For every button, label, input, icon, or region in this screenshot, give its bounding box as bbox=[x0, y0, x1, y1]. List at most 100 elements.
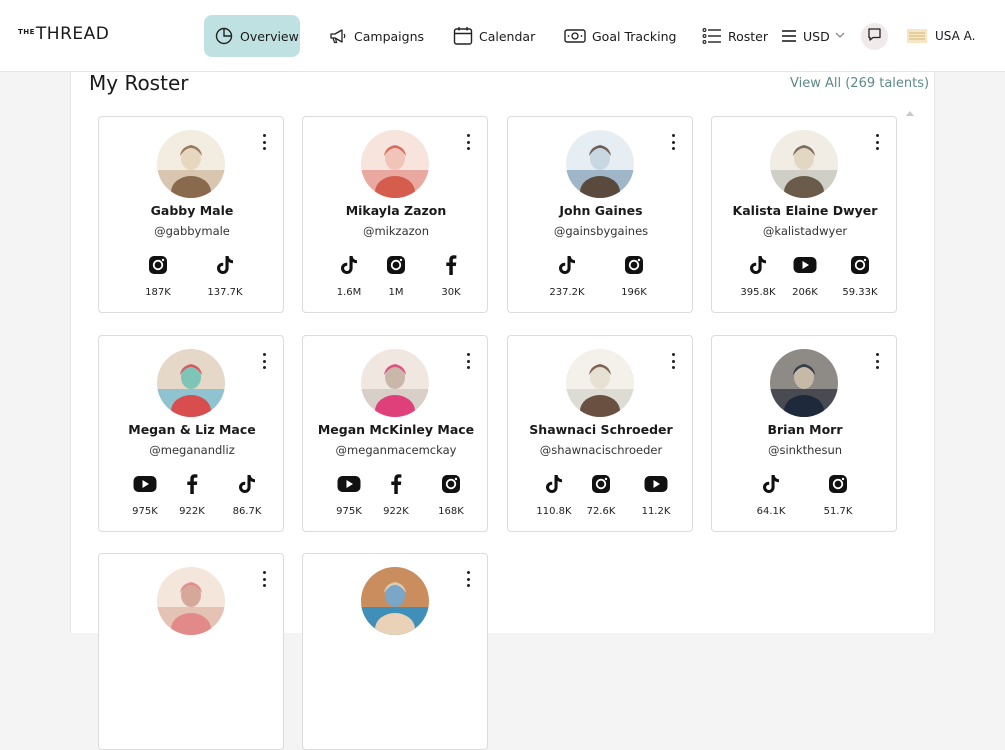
youtube-icon bbox=[785, 254, 825, 276]
more-options-icon[interactable] bbox=[874, 134, 880, 150]
social-stat-tiktok[interactable]: 137.7K bbox=[205, 254, 245, 302]
facebook-icon bbox=[431, 254, 471, 276]
chat-icon bbox=[867, 27, 882, 46]
more-options-icon[interactable] bbox=[670, 134, 676, 150]
pie-chart-icon bbox=[214, 26, 234, 46]
avatar[interactable] bbox=[770, 349, 838, 417]
social-stat-instagram[interactable]: 1M bbox=[376, 254, 416, 302]
more-options-icon[interactable] bbox=[874, 353, 880, 369]
avatar[interactable] bbox=[361, 349, 429, 417]
flag-icon bbox=[907, 29, 927, 43]
instagram-icon bbox=[614, 254, 654, 276]
talent-name[interactable]: Shawnaci Schroeder bbox=[508, 422, 694, 437]
more-options-icon[interactable] bbox=[261, 134, 267, 150]
nav-calendar[interactable]: Calendar bbox=[453, 15, 535, 57]
follower-count: 187K bbox=[145, 287, 171, 298]
social-stat-instagram[interactable]: 187K bbox=[138, 254, 178, 302]
talent-name[interactable]: Brian Morr bbox=[712, 422, 898, 437]
social-stat-tiktok[interactable]: 395.8K bbox=[738, 254, 778, 302]
avatar[interactable] bbox=[566, 349, 634, 417]
social-stat-youtube[interactable]: 206K bbox=[785, 254, 825, 302]
more-options-icon[interactable] bbox=[465, 353, 471, 369]
more-options-icon[interactable] bbox=[465, 571, 471, 587]
chat-button[interactable] bbox=[861, 23, 888, 50]
social-stat-youtube[interactable]: 975K bbox=[125, 473, 165, 521]
talent-card[interactable] bbox=[302, 553, 488, 750]
nav-goal-tracking[interactable]: Goal Tracking bbox=[564, 15, 676, 57]
follower-count: 64.1K bbox=[756, 506, 786, 517]
avatar[interactable] bbox=[361, 567, 429, 635]
social-stat-instagram[interactable]: 59.33K bbox=[840, 254, 880, 302]
avatar[interactable] bbox=[770, 130, 838, 198]
talent-card[interactable]: Megan & Liz Mace @meganandliz 975K 922K 86.7… bbox=[98, 335, 284, 532]
social-stat-tiktok[interactable]: 1.6M bbox=[329, 254, 369, 302]
nav-roster[interactable]: Roster bbox=[702, 15, 768, 57]
logo-name: THREAD bbox=[35, 24, 110, 44]
currency-selector[interactable]: USD bbox=[781, 15, 845, 57]
talent-name[interactable]: Mikayla Zazon bbox=[303, 203, 489, 218]
talent-card[interactable]: Brian Morr @sinkthesun 64.1K 51.7K bbox=[711, 335, 897, 532]
nav-overview[interactable]: Overview bbox=[204, 15, 300, 57]
social-stat-youtube[interactable]: 975K bbox=[329, 473, 369, 521]
social-stat-instagram[interactable]: 72.6K bbox=[581, 473, 621, 521]
talent-name[interactable]: Kalista Elaine Dwyer bbox=[712, 203, 898, 218]
talent-name[interactable]: Gabby Male bbox=[99, 203, 285, 218]
more-options-icon[interactable] bbox=[670, 353, 676, 369]
more-options-icon[interactable] bbox=[465, 134, 471, 150]
follower-count: 168K bbox=[438, 506, 464, 517]
brand-logo[interactable]: THE THREAD bbox=[18, 24, 109, 48]
talent-handle: @gainsbygaines bbox=[553, 224, 649, 238]
follower-count: 137.7K bbox=[207, 287, 243, 298]
social-stat-tiktok[interactable]: 110.8K bbox=[534, 473, 574, 521]
avatar[interactable] bbox=[157, 567, 225, 635]
talent-card[interactable]: Megan McKinley Mace @meganmacemckay 975K 92… bbox=[302, 335, 488, 532]
nav-goal-tracking-label: Goal Tracking bbox=[592, 28, 677, 44]
follower-count: 922K bbox=[383, 506, 409, 517]
follower-count: 237.2K bbox=[549, 287, 585, 298]
talent-card[interactable]: Gabby Male @gabbymale 187K 137.7K bbox=[98, 116, 284, 313]
avatar[interactable] bbox=[566, 130, 634, 198]
tiktok-icon bbox=[751, 473, 791, 495]
follower-count: 30K bbox=[441, 287, 461, 298]
social-stat-instagram[interactable]: 168K bbox=[431, 473, 471, 521]
talent-card[interactable]: Kalista Elaine Dwyer @kalistadwyer 395.8K 2… bbox=[711, 116, 897, 313]
user-menu[interactable]: USA A. bbox=[907, 25, 975, 47]
talent-name[interactable]: Megan McKinley Mace bbox=[303, 422, 489, 437]
social-stat-tiktok[interactable]: 86.7K bbox=[227, 473, 267, 521]
social-stat-facebook[interactable]: 922K bbox=[376, 473, 416, 521]
more-options-icon[interactable] bbox=[261, 353, 267, 369]
top-navigation-bar: THE THREAD Overview Campaigns Calendar G… bbox=[0, 0, 1005, 72]
nav-overview-label: Overview bbox=[240, 28, 299, 44]
talent-name[interactable]: Megan & Liz Mace bbox=[99, 422, 285, 437]
money-bill-icon bbox=[564, 28, 586, 44]
social-stat-instagram[interactable]: 51.7K bbox=[818, 473, 858, 521]
avatar[interactable] bbox=[157, 349, 225, 417]
social-stat-youtube[interactable]: 11.2K bbox=[636, 473, 676, 521]
tiktok-icon bbox=[227, 473, 267, 495]
tiktok-icon bbox=[534, 473, 574, 495]
view-all-link[interactable]: View All (269 talents) bbox=[790, 76, 929, 91]
social-stat-tiktok[interactable]: 64.1K bbox=[751, 473, 791, 521]
avatar[interactable] bbox=[361, 130, 429, 198]
talent-name[interactable]: John Gaines bbox=[508, 203, 694, 218]
social-stat-tiktok[interactable]: 237.2K bbox=[547, 254, 587, 302]
instagram-icon bbox=[581, 473, 621, 495]
instagram-icon bbox=[138, 254, 178, 276]
talent-card[interactable]: John Gaines @gainsbygaines 237.2K 196K bbox=[507, 116, 693, 313]
avatar[interactable] bbox=[157, 130, 225, 198]
scroll-up-arrow[interactable] bbox=[906, 111, 914, 116]
social-stat-instagram[interactable]: 196K bbox=[614, 254, 654, 302]
talent-card[interactable]: Mikayla Zazon @mikzazon 1.6M 1M 30K bbox=[302, 116, 488, 313]
talent-card[interactable]: Shawnaci Schroeder @shawnacischroeder 110.… bbox=[507, 335, 693, 532]
social-stat-facebook[interactable]: 922K bbox=[172, 473, 212, 521]
social-stat-facebook[interactable]: 30K bbox=[431, 254, 471, 302]
user-label: USA A. bbox=[935, 29, 976, 43]
menu-icon bbox=[781, 29, 797, 43]
talent-card[interactable] bbox=[98, 553, 284, 750]
more-options-icon[interactable] bbox=[261, 571, 267, 587]
nav-campaigns[interactable]: Campaigns bbox=[328, 15, 424, 57]
talent-handle: @kalistadwyer bbox=[762, 224, 848, 238]
tiktok-icon bbox=[547, 254, 587, 276]
list-icon bbox=[702, 27, 722, 45]
talent-handle: @shawnacischroeder bbox=[539, 443, 663, 457]
